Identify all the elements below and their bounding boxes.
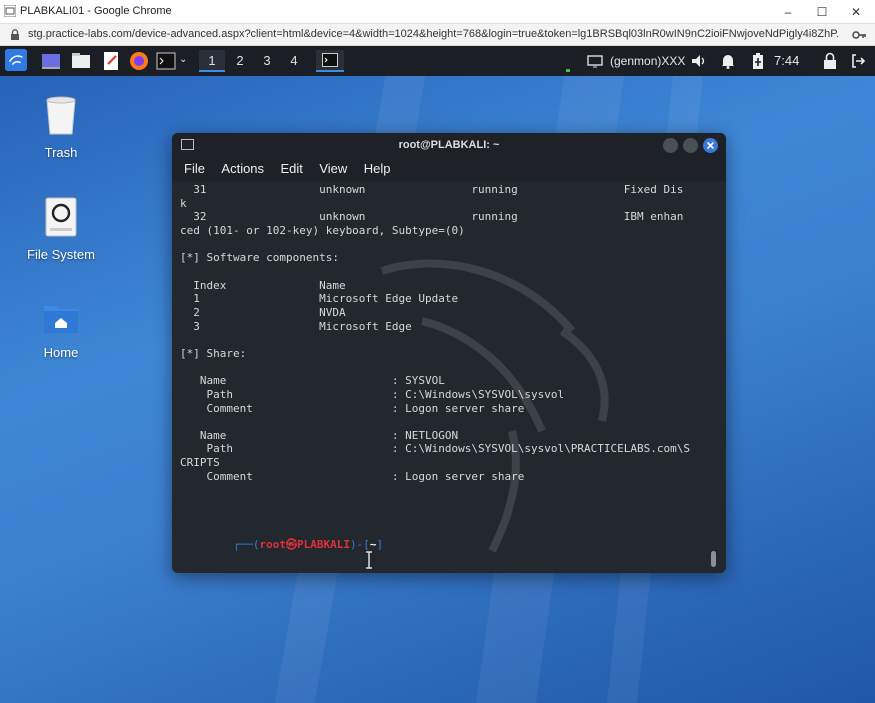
terminal-content[interactable]: 31 unknown running Fixed Dis k 32 unknow… [172,181,726,573]
close-terminal-button[interactable] [703,138,718,153]
drive-icon [45,197,77,237]
terminal-title-bar[interactable]: root@PLABKALI: ~ [172,133,726,159]
menu-edit[interactable]: Edit [281,159,303,179]
workspace-2[interactable]: 2 [227,50,253,72]
mouse-ibeam-cursor-icon [366,551,372,569]
trash-icon [46,96,76,135]
workspace-1[interactable]: 1 [199,50,225,72]
menu-view[interactable]: View [319,159,347,179]
lock-icon [11,29,19,40]
url-text[interactable]: stg.practice-labs.com/device-advanced.as… [28,28,838,40]
cpu-graph [566,69,570,72]
terminal-scrollbar[interactable] [711,551,716,567]
menu-file[interactable]: File [184,159,205,179]
lock-screen-icon[interactable] [822,50,838,72]
logout-icon[interactable] [850,50,866,72]
menu-actions[interactable]: Actions [221,159,264,179]
chevron-down-icon[interactable]: ⌄ [179,54,187,65]
address-bar[interactable]: stg.practice-labs.com/device-advanced.as… [0,24,875,46]
desktop-icon-label: Trash [44,145,78,160]
maximize-terminal-button[interactable] [683,138,698,153]
desktop-icon-trash[interactable]: Trash [16,94,106,160]
terminal-window-icon [322,53,338,67]
terminal-menu-bar: File Actions Edit View Help [172,159,726,181]
close-icon [706,141,715,150]
desktop-icon-label: Home [43,345,79,360]
battery-icon [753,53,763,69]
minimize-button[interactable]: – [771,0,805,24]
taskbar-terminal-window[interactable] [316,50,344,72]
genmon-text: (genmon)XXX [610,54,686,68]
maximize-button[interactable]: ☐ [805,0,839,24]
prompt-user: root㉿PLABKALI [259,538,350,551]
key-icon[interactable] [851,27,867,43]
text-editor-icon[interactable] [100,50,122,72]
close-window-button[interactable]: ✕ [839,0,873,24]
clock[interactable]: 7:44 [774,53,799,68]
terminal-prompt[interactable]: ┌──(root㉿PLABKALI)-[~] └─# [180,523,383,573]
firefox-icon[interactable] [128,50,150,72]
desktop-icon-label: File System [27,247,95,262]
show-desktop-icon[interactable] [40,50,62,72]
terminal-window[interactable]: root@PLABKALI: ~ File Actions Edit View … [172,133,726,573]
desktop-icon-home[interactable]: Home [16,300,106,360]
minimize-terminal-button[interactable] [663,138,678,153]
kali-menu-icon[interactable] [4,49,28,71]
terminal-launcher-icon[interactable] [155,50,177,72]
browser-window-title: PLABKALI01 - Google Chrome [20,5,172,17]
terminal-title: root@PLABKALI: ~ [398,139,500,151]
volume-icon[interactable] [690,50,708,72]
notification-bell-icon[interactable] [720,50,736,72]
chrome-app-icon [4,5,16,17]
top-panel: ⌄ 1 2 3 4 (genmon)XXX 7:44 [0,46,875,76]
file-manager-icon[interactable] [70,50,92,72]
browser-title-bar: PLABKALI01 - Google Chrome – ☐ ✕ [0,0,875,24]
home-folder-icon [44,306,78,333]
monitor-icon [587,55,603,68]
workspace-4[interactable]: 4 [281,50,307,72]
kali-dragon-watermark [380,259,609,553]
menu-help[interactable]: Help [364,159,391,179]
workspace-3[interactable]: 3 [254,50,280,72]
desktop-icon-file-system[interactable]: File System [16,196,106,262]
